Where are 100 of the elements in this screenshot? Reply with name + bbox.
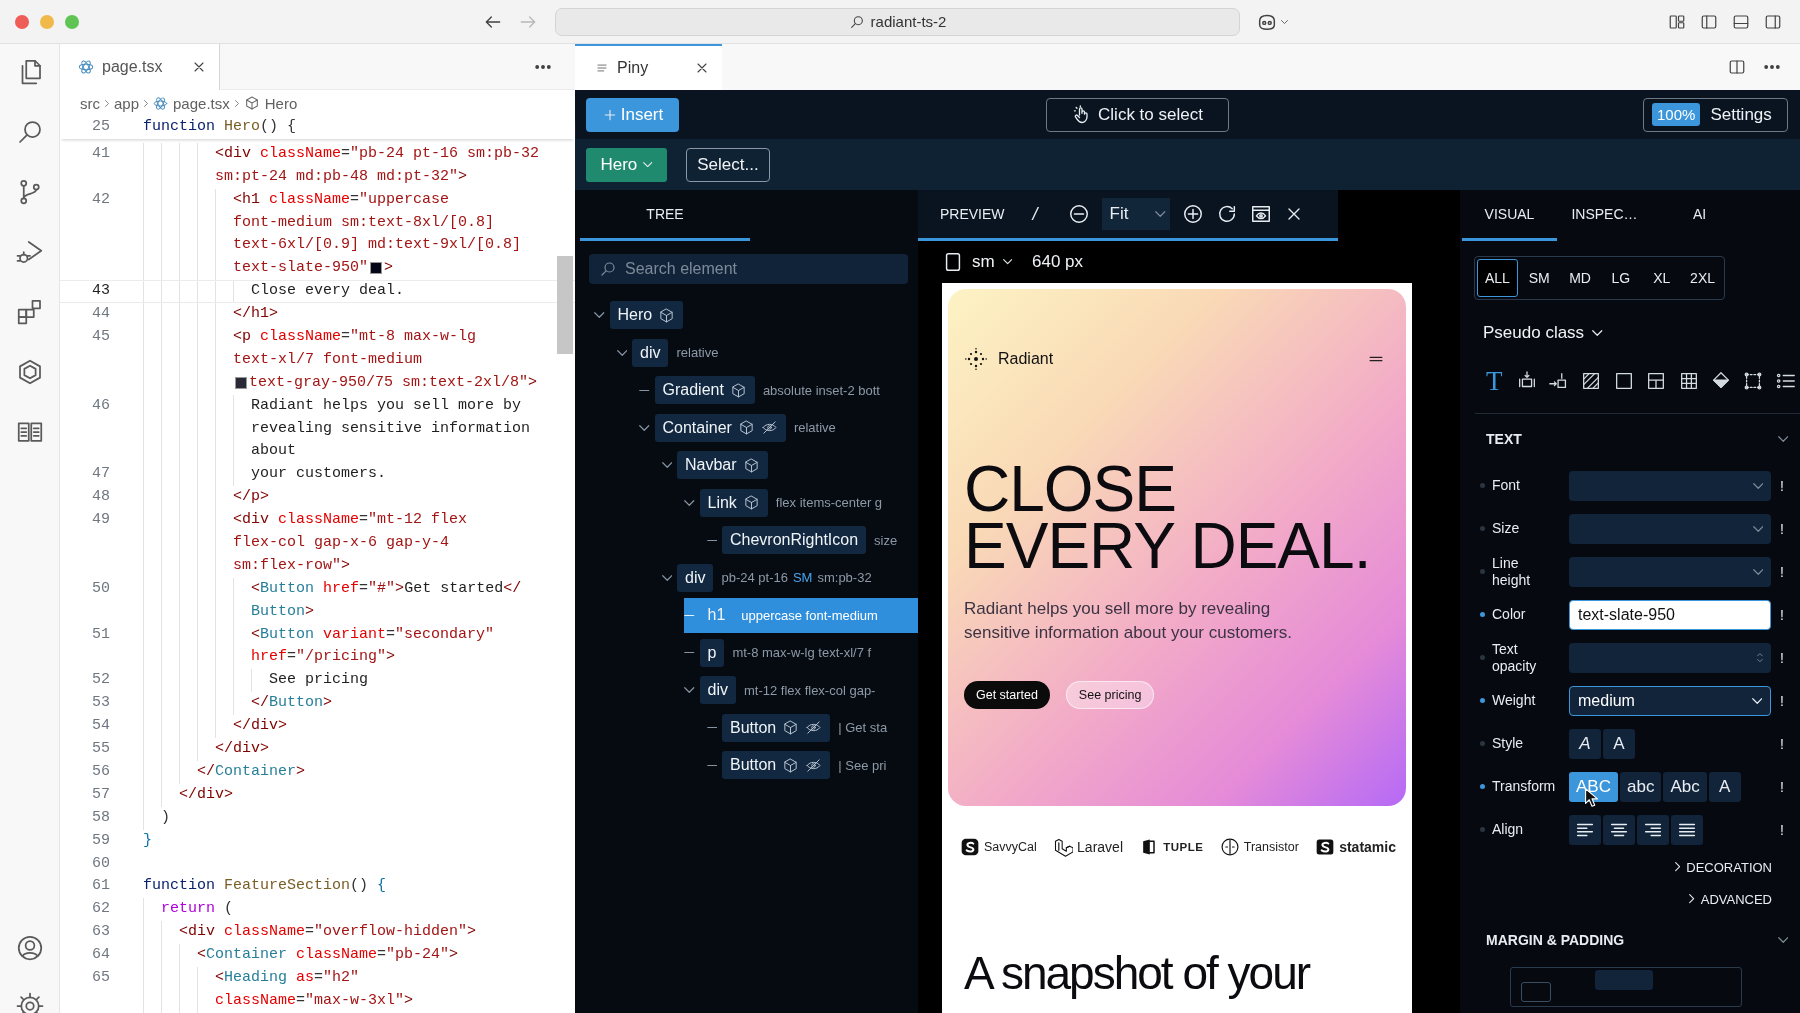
align-justify-button[interactable] [1671,814,1703,845]
element-chip[interactable]: Hero [609,301,684,330]
select-button[interactable]: Select... [686,147,770,182]
code-line: </p> [233,487,270,508]
code-line: See pricing [269,670,369,691]
number-field[interactable] [1569,642,1771,673]
chevron-down-icon[interactable] [594,312,605,319]
settings-icon[interactable] [14,991,45,1013]
preview-window-icon[interactable] [1249,203,1272,225]
get-started-button[interactable]: Get started [964,681,1050,709]
important-marker[interactable]: ! [1780,821,1784,838]
tree-tab[interactable]: TREE [580,190,750,241]
element-chip[interactable]: Navbar [677,451,768,480]
chevron-down-icon[interactable] [661,574,672,581]
pricing-button[interactable]: See pricing [1065,681,1155,709]
element-chip[interactable]: p [699,638,725,667]
color-field[interactable]: text-slate-950 [1569,599,1771,630]
breadcrumb-item[interactable]: Hero [264,94,298,112]
align-left-button[interactable] [1569,814,1601,845]
zoom-out-icon[interactable] [1067,203,1090,225]
left-sidebar-icon[interactable] [1700,12,1718,31]
select-field[interactable] [1569,556,1771,587]
chevron-down-icon[interactable] [661,462,672,469]
component-dropdown[interactable]: Hero [586,147,667,182]
element-chip[interactable]: div [699,676,736,705]
close-window-button[interactable] [15,14,29,29]
scrollbar-thumb[interactable] [557,256,573,354]
editor-tab[interactable]: page.tsx [60,43,220,90]
important-marker[interactable]: ! [1780,649,1784,666]
option-button[interactable]: A [1708,771,1741,802]
important-marker[interactable]: ! [1780,735,1784,752]
breadcrumb-item[interactable]: app [114,94,140,112]
option-button[interactable]: A [1603,728,1635,759]
code-line: font-medium sm:text-8xl/[0.8] [233,212,495,233]
device-dropdown[interactable]: sm [942,251,1012,273]
panel-tab[interactable]: VISUAL [1462,190,1557,241]
layout-icon[interactable] [1668,12,1686,31]
brand-name[interactable]: Radiant [998,350,1054,368]
breakpoint-tab[interactable]: LG [1601,259,1641,297]
chevron-down-icon[interactable] [1777,436,1788,442]
breakpoint-tab[interactable]: 2XL [1683,259,1722,297]
option-button[interactable]: Abc [1663,771,1707,802]
right-sidebar-icon[interactable] [1764,12,1782,31]
chevron-down-icon[interactable] [1777,937,1788,943]
code-line: </h1> [233,304,279,325]
important-marker[interactable]: ! [1780,692,1784,709]
element-chip[interactable]: Gradient [654,376,755,405]
select-field[interactable]: medium [1569,685,1771,716]
breadcrumb-item[interactable]: page.tsx [173,94,230,112]
search-field[interactable]: Search element [589,254,908,284]
important-marker[interactable]: ! [1780,563,1784,580]
settings-button[interactable]: 100% Settings [1643,97,1788,132]
breakpoint-tab[interactable]: ALL [1477,259,1518,297]
section-title: TEXT [1486,431,1522,447]
breakpoint-tab[interactable]: MD [1560,259,1600,297]
color-swatch[interactable] [235,376,247,389]
chevron-down-icon [1752,482,1763,489]
pseudo-class-dropdown[interactable]: Pseudo class [1483,316,1603,350]
select-field[interactable] [1569,470,1771,501]
typography-tab[interactable]: T [1480,366,1509,396]
bottom-panel-icon[interactable] [1732,12,1750,31]
chevron-right-icon [234,99,239,107]
option-button[interactable]: A [1569,728,1601,759]
select-field[interactable] [1569,513,1771,544]
chevron-down-icon[interactable] [639,424,650,431]
element-chip[interactable]: div [677,563,714,592]
section-link[interactable]: ADVANCED [1689,891,1772,907]
command-center-field[interactable]: radiant-ts-2 [555,7,1240,36]
split-editor-icon[interactable] [1728,58,1746,76]
chevron-down-icon[interactable] [616,349,627,356]
panel-tab[interactable]: PREVIEW [940,206,1005,222]
important-marker[interactable]: ! [1780,778,1784,795]
zoom-dropdown[interactable]: Fit [1101,198,1170,230]
section-link[interactable]: DECORATION [1674,859,1772,875]
zoom-in-icon[interactable] [1181,203,1204,225]
chevron-down-icon [1155,211,1166,217]
important-marker[interactable]: ! [1780,606,1784,623]
element-chip[interactable]: Link [699,488,768,517]
option-button[interactable]: abc [1619,771,1662,802]
breadcrumb-item[interactable]: src [80,94,100,112]
caret-icon[interactable] [1281,19,1288,24]
element-chip[interactable]: Button [722,751,831,780]
chevron-down-icon[interactable] [684,687,695,694]
line-number: 46 [91,395,110,416]
panel-tab[interactable]: AI [1652,190,1747,241]
color-swatch[interactable] [370,262,383,275]
click-to-select-button[interactable]: Click to select [1046,97,1229,132]
element-chip[interactable]: div [632,338,669,367]
align-right-button[interactable] [1637,814,1669,845]
breakpoint-tab[interactable]: XL [1642,259,1682,297]
important-marker[interactable]: ! [1780,477,1784,494]
element-chip[interactable]: Container [654,413,786,442]
breakpoint-tab[interactable]: SM [1519,259,1559,297]
panel-tab[interactable]: INSPEC… [1557,190,1652,241]
important-marker[interactable]: ! [1780,520,1784,537]
editor-tab[interactable]: Piny [575,44,722,90]
chevron-down-icon[interactable] [684,499,695,506]
align-center-button[interactable] [1603,814,1635,845]
element-chip[interactable]: Button [722,713,831,742]
element-chip[interactable]: ChevronRightIcon [722,526,867,555]
